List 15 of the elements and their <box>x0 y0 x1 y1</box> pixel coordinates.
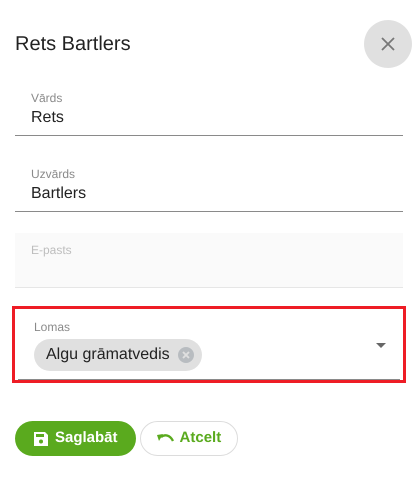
dialog-title: Rets Bartlers <box>15 32 131 57</box>
field-label: E-pasts <box>31 242 72 259</box>
field-value: Rets <box>31 108 64 128</box>
undo-icon <box>156 432 174 444</box>
close-button[interactable] <box>364 20 412 68</box>
field-value: Bartlers <box>31 184 86 204</box>
dropdown-icon[interactable] <box>376 343 386 348</box>
text-field[interactable]: Uzvārds Bartlers <box>15 157 403 212</box>
field-label: Vārds <box>31 90 62 107</box>
close-icon <box>381 37 395 51</box>
field-label: Lomas <box>34 319 70 336</box>
field-label: Uzvārds <box>31 166 76 183</box>
text-field[interactable]: Vārds Rets <box>15 81 403 136</box>
roles-select[interactable]: Lomas Algu grāmatvedis <box>18 318 400 380</box>
role-chip: Algu grāmatvedis <box>34 339 202 371</box>
